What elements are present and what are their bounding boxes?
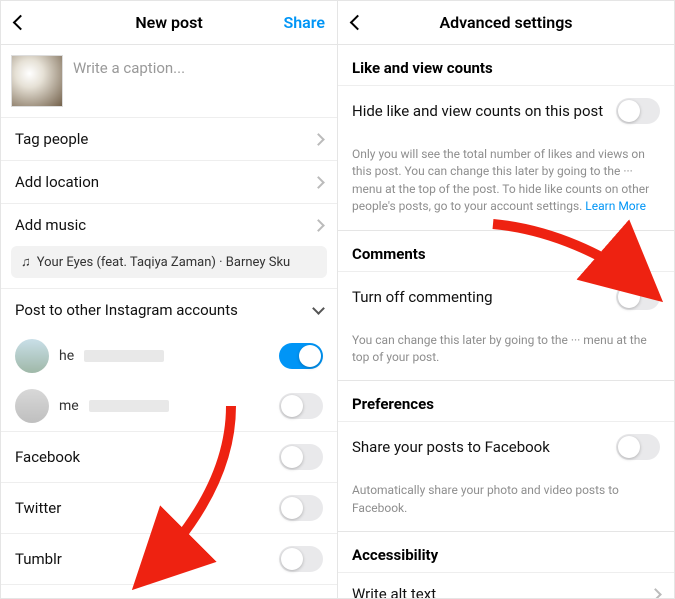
chevron-right-icon	[312, 176, 325, 189]
account-name: me	[59, 398, 79, 414]
page-title: Advanced settings	[439, 13, 572, 32]
row-label: Share your posts to Facebook	[352, 438, 550, 456]
add-music-row[interactable]: Add music	[1, 203, 337, 246]
turn-off-comment-row[interactable]: Turn off commenting	[338, 271, 674, 322]
row-label: Facebook	[15, 448, 80, 466]
music-chip-label: Your Eyes (feat. Taqiya Zaman) · Barney …	[37, 255, 290, 270]
chevron-left-icon	[350, 15, 366, 31]
chevron-right-icon	[312, 133, 325, 146]
twitter-row[interactable]: Twitter	[1, 482, 337, 533]
tumblr-toggle[interactable]	[279, 546, 323, 572]
music-note-icon: ♫	[21, 254, 31, 270]
account-toggle[interactable]	[279, 393, 323, 419]
header: Advanced settings	[338, 1, 674, 45]
chevron-right-icon	[312, 219, 325, 232]
chevron-down-icon	[312, 302, 325, 315]
hide-like-sub: Only you will see the total number of li…	[338, 136, 674, 230]
chevron-right-icon	[649, 588, 662, 598]
chevron-left-icon	[13, 15, 29, 31]
tag-people-row[interactable]: Tag people	[1, 117, 337, 160]
post-thumbnail[interactable]	[11, 55, 63, 107]
tumblr-row[interactable]: Tumblr	[1, 533, 337, 584]
section-title-likes: Like and view counts	[338, 45, 674, 85]
row-label: Write alt text	[352, 585, 436, 598]
avatar	[15, 389, 49, 423]
row-label: Tumblr	[15, 550, 62, 568]
avatar	[15, 339, 49, 373]
share-fb-row[interactable]: Share your posts to Facebook	[338, 421, 674, 472]
redacted-text	[89, 400, 169, 412]
add-location-row[interactable]: Add location	[1, 160, 337, 203]
hide-like-counts-row[interactable]: Hide like and view counts on this post	[338, 85, 674, 136]
music-chip[interactable]: ♫ Your Eyes (feat. Taqiya Zaman) · Barne…	[11, 246, 327, 278]
row-label: Add music	[15, 216, 86, 234]
back-button[interactable]	[346, 1, 369, 44]
advanced-settings-pane: Advanced settings Like and view counts H…	[338, 1, 674, 598]
row-label: Turn off commenting	[352, 288, 493, 306]
facebook-row[interactable]: Facebook	[1, 431, 337, 482]
prefs-sub: Automatically share your photo and video…	[338, 472, 674, 531]
header: New post Share	[1, 1, 337, 45]
post-other-accounts-row[interactable]: Post to other Instagram accounts	[1, 288, 337, 331]
comments-sub: You can change this later by going to th…	[338, 322, 674, 381]
row-label: Hide like and view counts on this post	[352, 102, 603, 120]
section-title-comments: Comments	[338, 231, 674, 271]
account-row: me	[1, 381, 337, 431]
row-label: Tag people	[15, 130, 88, 148]
section-title-prefs: Preferences	[338, 381, 674, 421]
comment-toggle[interactable]	[616, 284, 660, 310]
learn-more-link[interactable]: Learn More	[585, 199, 646, 213]
account-row: he	[1, 331, 337, 381]
row-label: Advanced settings	[15, 597, 138, 598]
hide-like-toggle[interactable]	[616, 98, 660, 124]
account-toggle[interactable]	[279, 343, 323, 369]
row-label: Add location	[15, 173, 99, 191]
write-alt-text-row[interactable]: Write alt text	[338, 572, 674, 598]
account-name: he	[59, 348, 74, 364]
caption-input[interactable]: Write a caption...	[73, 55, 327, 77]
back-button[interactable]	[9, 1, 32, 44]
advanced-settings-row[interactable]: Advanced settings	[1, 584, 337, 598]
share-button[interactable]: Share	[283, 1, 325, 44]
page-title: New post	[135, 13, 202, 32]
new-post-pane: New post Share Write a caption... Tag pe…	[1, 1, 338, 598]
twitter-toggle[interactable]	[279, 495, 323, 521]
row-label: Post to other Instagram accounts	[15, 301, 238, 319]
row-label: Twitter	[15, 499, 61, 517]
section-title-access: Accessibility	[338, 532, 674, 572]
caption-row: Write a caption...	[1, 45, 337, 117]
share-fb-toggle[interactable]	[616, 434, 660, 460]
redacted-text	[84, 350, 164, 362]
facebook-toggle[interactable]	[279, 444, 323, 470]
